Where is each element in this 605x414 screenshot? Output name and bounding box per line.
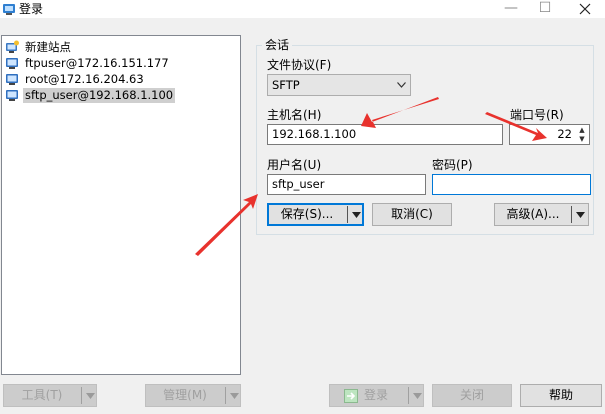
chevron-down-icon (397, 75, 406, 96)
split-separator (571, 206, 572, 223)
help-button[interactable]: 帮助 (520, 384, 602, 407)
protocol-select[interactable]: SFTP (267, 74, 411, 96)
port-value: 22 (557, 127, 572, 141)
split-separator (81, 387, 82, 404)
close-button[interactable]: 关闭 (432, 384, 512, 407)
monitor-icon (5, 88, 19, 102)
split-separator (225, 387, 226, 404)
protocol-value: SFTP (272, 78, 300, 92)
save-button[interactable]: 保存(S)... (267, 203, 364, 226)
monitor-icon (5, 56, 19, 70)
site-item-root[interactable]: root@172.16.204.63 (5, 71, 146, 87)
dropdown-arrow-icon[interactable] (413, 385, 422, 407)
port-label: 端口号(R) (510, 108, 564, 122)
site-label: sftp_user@192.168.1.100 (23, 87, 176, 103)
save-button-label: 保存(S)... (280, 207, 334, 221)
advanced-button-label: 高级(A)... (506, 207, 560, 221)
new-site-icon (5, 40, 19, 54)
site-item-ftpuser[interactable]: ftpuser@172.16.151.177 (5, 55, 171, 71)
port-input[interactable]: 22 ▲ ▼ (509, 124, 590, 145)
site-label: ftpuser@172.16.151.177 (25, 55, 169, 70)
tools-button-label: 工具(T) (21, 388, 63, 402)
site-label: 新建站点 (25, 39, 71, 54)
tools-button[interactable]: 工具(T) (3, 384, 97, 407)
host-input[interactable]: 192.168.1.100 (267, 124, 503, 145)
spin-down-icon[interactable]: ▼ (576, 135, 588, 144)
password-input[interactable] (432, 174, 591, 195)
login-button-label: 登录 (364, 388, 389, 402)
window-title: 登录 (19, 2, 44, 16)
cancel-button[interactable]: 取消(C) (372, 203, 452, 226)
split-separator (408, 387, 409, 404)
advanced-button[interactable]: 高级(A)... (494, 203, 589, 226)
user-label: 用户名(U) (267, 158, 322, 172)
site-item-sftp-user[interactable]: sftp_user@192.168.1.100 (5, 87, 176, 103)
dropdown-arrow-icon[interactable] (230, 385, 239, 407)
login-icon (344, 389, 358, 409)
site-item-new[interactable]: 新建站点 (5, 39, 73, 55)
manage-button[interactable]: 管理(M) (145, 384, 241, 407)
split-separator (347, 206, 348, 223)
manage-button-label: 管理(M) (163, 388, 207, 402)
close-window-button[interactable] (562, 0, 605, 18)
monitor-icon (5, 72, 19, 86)
close-icon (579, 3, 591, 15)
login-button[interactable]: 登录 (329, 384, 424, 407)
app-icon (2, 2, 16, 16)
host-label: 主机名(H) (267, 108, 322, 122)
session-group-label: 会话 (262, 36, 293, 53)
password-label: 密码(P) (432, 158, 473, 172)
protocol-label: 文件协议(F) (267, 58, 332, 72)
site-label: root@172.16.204.63 (25, 71, 144, 86)
site-list[interactable]: 新建站点 ftpuser@172.16.151.177 root@172.16.… (1, 35, 241, 375)
dropdown-arrow-icon[interactable] (352, 204, 361, 226)
dropdown-arrow-icon[interactable] (576, 204, 585, 226)
user-input[interactable]: sftp_user (267, 174, 426, 195)
spin-up-icon[interactable]: ▲ (576, 126, 588, 135)
dropdown-arrow-icon[interactable] (86, 385, 95, 407)
